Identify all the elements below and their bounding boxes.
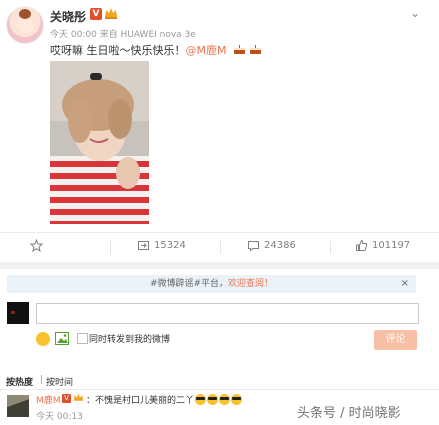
divider [0,389,439,390]
like-button[interactable]: 101197 [355,239,410,252]
post-content: 哎呀嘛 生日啦～快乐快乐！@M鹿M [50,42,262,58]
sort-by-time-tab[interactable]: 按时间 [46,375,73,388]
chevron-down-icon[interactable]: ⌄ [410,6,420,20]
author-name[interactable]: 关晓彤 [50,8,86,25]
comment-text: ：不愧是村口儿美丽的二丫 [86,393,243,406]
post-photo[interactable] [50,61,149,224]
crown-icon [105,8,117,19]
comment-body: ：不愧是村口儿美丽的二丫 [86,396,195,406]
sort-separator: | [40,375,44,385]
crown-icon [73,393,84,401]
sunglasses-emoji-icon [207,394,219,405]
sort-by-hot-tab[interactable]: 按热度 [6,375,33,388]
divider [220,240,221,254]
star-icon [30,239,43,252]
commenter-name[interactable]: M鹿M [36,393,61,406]
cake-icon [249,45,261,54]
watermark: 头条号 / 时尚晓影 [297,406,401,421]
post-action-bar: 15324 24386 101197 [0,232,439,262]
rumor-notice-banner: #微博辟谣#平台，欢迎查阅！ × [7,275,416,293]
mention-link[interactable]: @M鹿M [186,44,227,57]
repost-count: 15324 [154,240,186,251]
author-avatar[interactable] [6,6,44,44]
verified-badge: V [90,8,102,20]
emoji-icon[interactable] [36,332,50,346]
comment-submit-button[interactable]: 评论 [374,330,417,350]
notice-text: #微博辟谣#平台， [149,279,229,289]
thumbs-up-icon [356,239,368,251]
comment-button[interactable]: 24386 [247,239,296,252]
divider [330,240,331,254]
comment-count: 24386 [264,240,296,251]
commenter-verified-badge: V [62,394,71,403]
close-icon[interactable]: × [401,275,409,293]
avatar-face [16,17,34,33]
comment-input[interactable] [36,303,419,324]
repost-button[interactable]: 15324 [137,239,186,252]
sunglasses-emoji-icon [219,394,231,405]
notice-link[interactable]: 欢迎查阅！ [228,279,273,289]
post-text: 哎呀嘛 生日啦～快乐快乐！ [50,44,186,57]
repost-icon [138,241,149,250]
current-user-avatar [7,302,29,324]
image-icon[interactable] [55,332,69,345]
repost-checkbox-label: 同时转发到我的微博 [89,335,171,345]
like-count: 101197 [372,240,411,251]
divider [110,240,111,254]
repost-checkbox[interactable] [77,333,88,344]
post-timestamp-source: 今天 00:00 来自 HUAWEI nova 3e [50,30,196,40]
avatar-hair-bun [19,9,31,19]
comment-icon [248,241,259,252]
avatar-photo [7,395,29,417]
favorite-button[interactable] [30,239,47,252]
sunglasses-emoji-icon [195,394,207,405]
sunglasses-emoji-icon [231,394,243,405]
avatar-detail [11,311,15,314]
cake-icon [233,45,245,54]
photo-content [50,61,149,224]
comment-timestamp: 今天 00:13 [36,412,83,422]
commenter-avatar[interactable] [7,395,29,417]
